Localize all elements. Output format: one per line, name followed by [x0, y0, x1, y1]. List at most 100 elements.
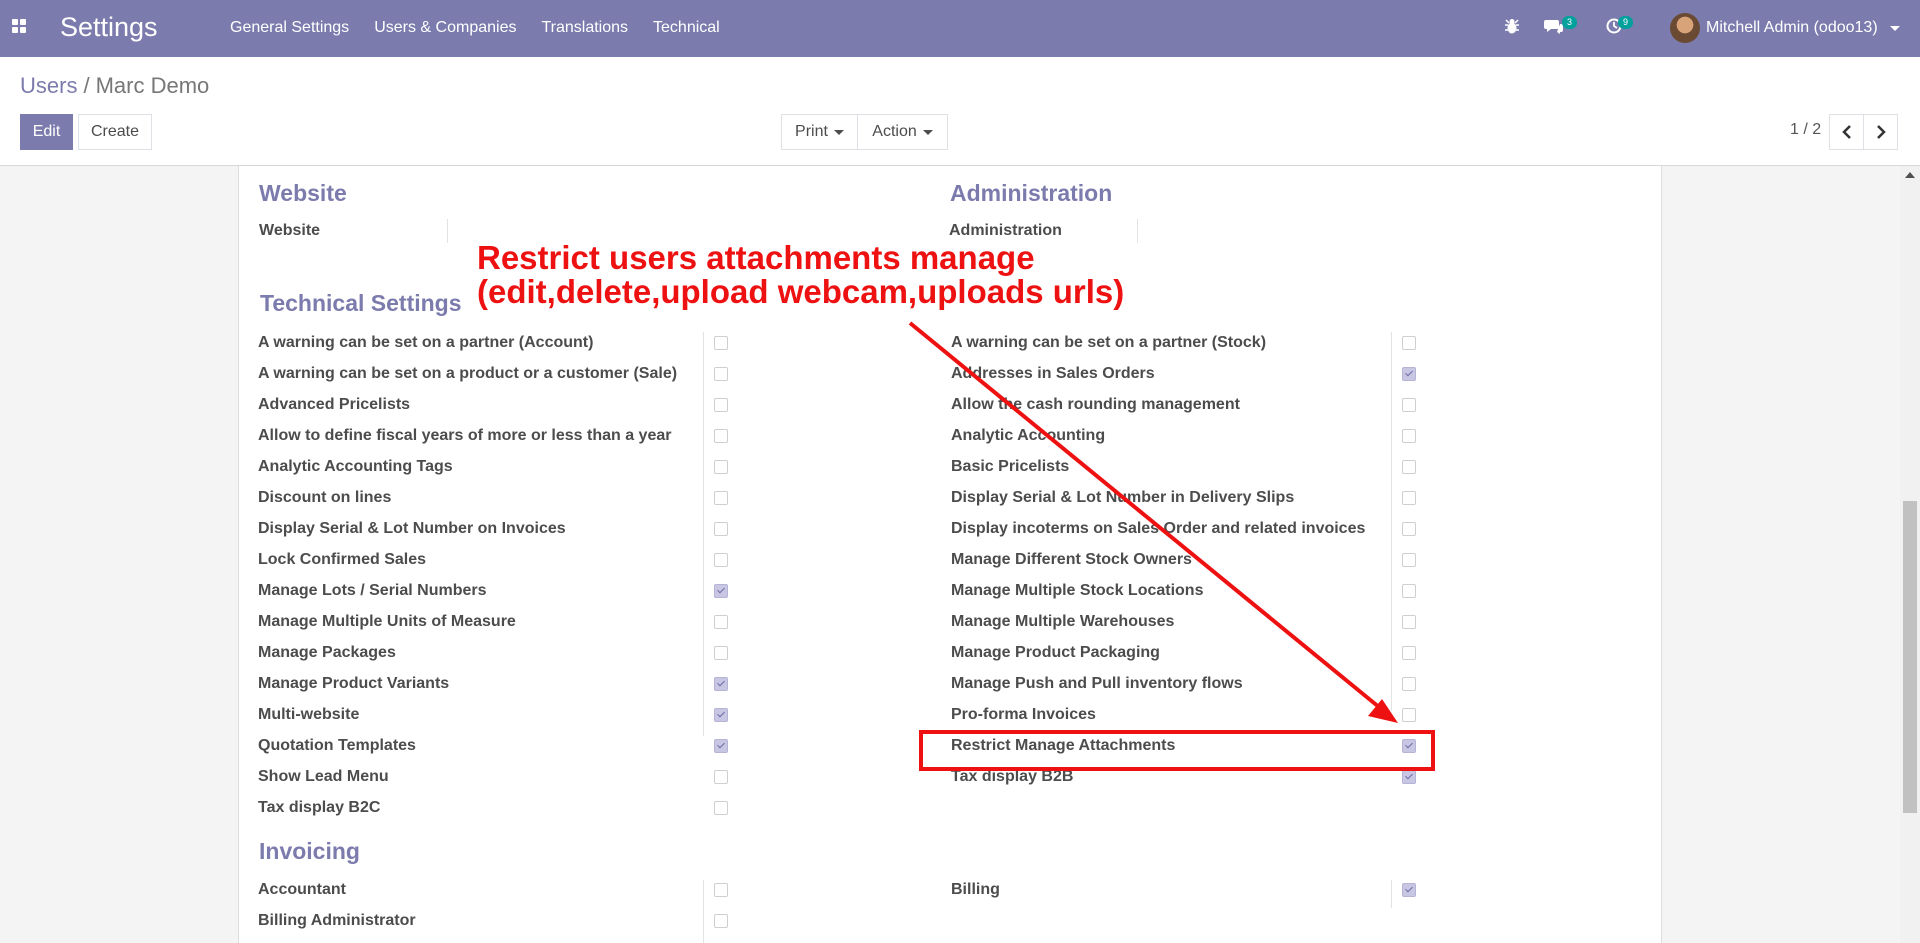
field-label-allow-to-define-fiscal-years-of-more-or-less-than-a-year: Allow to define fiscal years of more or … [258, 427, 672, 444]
field-label-accountant: Accountant [258, 881, 346, 898]
checkbox-billing[interactable] [1402, 883, 1416, 897]
field-label-manage-different-stock-owners: Manage Different Stock Owners [951, 551, 1192, 568]
checkbox-allow-to-define-fiscal-years-of-more-or-less-than-a-year[interactable] [714, 429, 728, 443]
checkbox-manage-multiple-units-of-measure[interactable] [714, 615, 728, 629]
user-menu[interactable]: Mitchell Admin (odoo13) [1670, 13, 1900, 43]
field-label-display-serial-lot-number-on-invoices: Display Serial & Lot Number on Invoices [258, 520, 566, 537]
checkbox-display-serial-lot-number-in-delivery-slips[interactable] [1402, 491, 1416, 505]
field-label-pro-forma-invoices: Pro-forma Invoices [951, 706, 1096, 723]
vertical-scrollbar[interactable] [1900, 166, 1920, 943]
chevron-down-icon [922, 129, 933, 135]
breadcrumb-users[interactable]: Users [20, 73, 77, 98]
checkbox-analytic-accounting[interactable] [1402, 429, 1416, 443]
website-field-label: Website [259, 222, 321, 239]
checkbox-analytic-accounting-tags[interactable] [714, 460, 728, 474]
main-menu: General Settings Users & Companies Trans… [230, 19, 720, 37]
checkbox-manage-multiple-stock-locations[interactable] [1402, 584, 1416, 598]
print-label: Print [795, 123, 828, 140]
field-label-billing: Billing [951, 881, 1000, 898]
print-dropdown[interactable]: Print [781, 114, 858, 150]
scroll-up-arrow-icon[interactable] [1905, 172, 1915, 178]
checkbox-lock-confirmed-sales[interactable] [714, 553, 728, 567]
checkbox-billing-administrator[interactable] [714, 914, 728, 928]
section-technical-title: Technical Settings [260, 290, 462, 316]
chevron-down-icon [833, 129, 844, 135]
checkbox-manage-lots-serial-numbers[interactable] [714, 584, 728, 598]
divider [1391, 880, 1392, 908]
checkbox-accountant[interactable] [714, 883, 728, 897]
field-label-show-lead-menu: Show Lead Menu [258, 768, 389, 785]
divider [703, 332, 704, 736]
field-label-manage-multiple-stock-locations: Manage Multiple Stock Locations [951, 582, 1204, 599]
checkbox-a-warning-can-be-set-on-a-product-or-a-customer-sale[interactable] [714, 367, 728, 381]
field-label-discount-on-lines: Discount on lines [258, 489, 392, 506]
checkbox-display-incoterms-on-sales-order-and-related-invoices[interactable] [1402, 522, 1416, 536]
field-label-display-incoterms-on-sales-order-and-related-invoices: Display incoterms on Sales Order and rel… [951, 520, 1366, 537]
menu-translations[interactable]: Translations [541, 19, 628, 37]
checkbox-pro-forma-invoices[interactable] [1402, 708, 1416, 722]
checkbox-basic-pricelists[interactable] [1402, 460, 1416, 474]
annotation-line-1: Restrict users attachments manage [477, 239, 1035, 276]
messages-icon[interactable]: 3 [1544, 16, 1578, 39]
activities-clock-icon[interactable]: 9 [1606, 16, 1634, 39]
section-website-title: Website [259, 180, 347, 206]
field-label-manage-product-packaging: Manage Product Packaging [951, 644, 1160, 661]
edit-button[interactable]: Edit [20, 114, 73, 150]
create-button[interactable]: Create [78, 114, 152, 150]
apps-menu-icon[interactable] [12, 19, 28, 35]
field-label-multi-website: Multi-website [258, 706, 360, 723]
avatar [1670, 13, 1700, 43]
action-label: Action [872, 123, 917, 140]
checkbox-a-warning-can-be-set-on-a-partner-stock[interactable] [1402, 336, 1416, 350]
field-label-manage-push-and-pull-inventory-flows: Manage Push and Pull inventory flows [951, 675, 1243, 692]
pager-previous-button[interactable] [1829, 114, 1864, 150]
field-label-basic-pricelists: Basic Pricelists [951, 458, 1070, 475]
breadcrumb: Users / Marc Demo [20, 73, 210, 98]
field-label-analytic-accounting: Analytic Accounting [951, 427, 1106, 444]
field-label-quotation-templates: Quotation Templates [258, 737, 416, 754]
app-title: Settings [60, 12, 158, 42]
checkbox-manage-product-packaging[interactable] [1402, 646, 1416, 660]
checkbox-manage-packages[interactable] [714, 646, 728, 660]
top-navbar: Settings General Settings Users & Compan… [0, 0, 1920, 57]
field-label-manage-product-variants: Manage Product Variants [258, 675, 450, 692]
checkbox-multi-website[interactable] [714, 708, 728, 722]
field-label-allow-the-cash-rounding-management: Allow the cash rounding management [951, 396, 1240, 413]
scrollbar-thumb[interactable] [1903, 501, 1917, 813]
menu-technical[interactable]: Technical [653, 19, 720, 37]
action-dropdown[interactable]: Action [857, 114, 948, 150]
menu-users-companies[interactable]: Users & Companies [374, 19, 516, 37]
menu-general-settings[interactable]: General Settings [230, 19, 349, 37]
field-label-advanced-pricelists: Advanced Pricelists [258, 396, 411, 413]
control-panel: Users / Marc Demo Edit Create Print Action… [0, 57, 1920, 166]
field-label-display-serial-lot-number-in-delivery-slips: Display Serial & Lot Number in Delivery … [951, 489, 1295, 506]
checkbox-allow-the-cash-rounding-management[interactable] [1402, 398, 1416, 412]
annotation-line-2: (edit,delete,upload webcam,uploads urls) [477, 273, 1125, 310]
pager-next-button[interactable] [1863, 114, 1898, 150]
administration-field-label: Administration [949, 222, 1062, 239]
debug-bug-icon[interactable] [1504, 17, 1520, 40]
divider [1137, 219, 1138, 243]
checkbox-manage-different-stock-owners[interactable] [1402, 553, 1416, 567]
checkbox-manage-push-and-pull-inventory-flows[interactable] [1402, 677, 1416, 691]
field-label-a-warning-can-be-set-on-a-product-or-a-customer-sale: A warning can be set on a product or a c… [258, 365, 678, 382]
field-label-manage-multiple-units-of-measure: Manage Multiple Units of Measure [258, 613, 516, 630]
checkbox-a-warning-can-be-set-on-a-partner-account[interactable] [714, 336, 728, 350]
chevron-right-icon [1876, 125, 1886, 139]
field-label-a-warning-can-be-set-on-a-partner-stock: A warning can be set on a partner (Stock… [951, 334, 1267, 351]
checkbox-advanced-pricelists[interactable] [714, 398, 728, 412]
divider [447, 219, 448, 243]
annotation-callout: Restrict users attachments manage (edit,… [477, 241, 1124, 309]
checkbox-tax-display-b2c[interactable] [714, 801, 728, 815]
field-label-billing-administrator: Billing Administrator [258, 912, 416, 929]
checkbox-display-serial-lot-number-on-invoices[interactable] [714, 522, 728, 536]
checkbox-tax-display-b2b[interactable] [1402, 770, 1416, 784]
checkbox-manage-product-variants[interactable] [714, 677, 728, 691]
checkbox-addresses-in-sales-orders[interactable] [1402, 367, 1416, 381]
checkbox-manage-multiple-warehouses[interactable] [1402, 615, 1416, 629]
divider [1391, 332, 1392, 711]
checkbox-quotation-templates[interactable] [714, 739, 728, 753]
field-label-lock-confirmed-sales: Lock Confirmed Sales [258, 551, 427, 568]
checkbox-show-lead-menu[interactable] [714, 770, 728, 784]
checkbox-discount-on-lines[interactable] [714, 491, 728, 505]
